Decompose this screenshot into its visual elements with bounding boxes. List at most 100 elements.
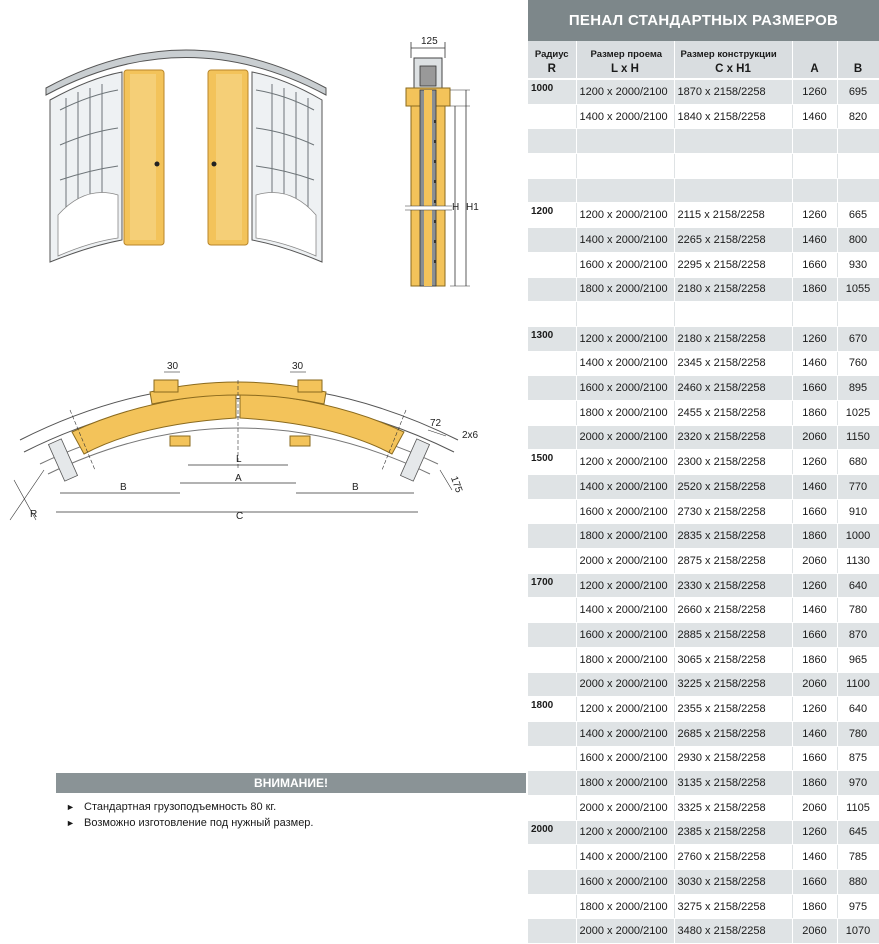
construction-cell: 2660 x 2158/2258 bbox=[674, 597, 793, 624]
dim-h: H bbox=[452, 202, 459, 213]
opening-cell: 1400 x 2000/2100 bbox=[576, 474, 675, 500]
table-row: 2000 x 2000/2100 3480 x 2158/2258 2060 1070 bbox=[528, 918, 879, 944]
radius-cell: 2000 bbox=[528, 820, 577, 846]
construction-cell: 2355 x 2158/2258 bbox=[674, 696, 793, 722]
table-body: 1000 1200 x 2000/2100 1870 x 2158/2258 1260… bbox=[528, 79, 879, 944]
a-cell: 1860 bbox=[792, 400, 838, 426]
construction-cell: 2385 x 2158/2258 bbox=[674, 820, 793, 846]
construction-cell: 3325 x 2158/2258 bbox=[674, 795, 793, 821]
a-cell bbox=[792, 178, 838, 204]
construction-cell bbox=[674, 178, 793, 204]
opening-cell bbox=[576, 178, 675, 204]
b-cell: 1100 bbox=[837, 672, 879, 698]
opening-cell: 1200 x 2000/2100 bbox=[576, 326, 675, 352]
opening-cell: 2000 x 2000/2100 bbox=[576, 672, 675, 698]
radius-cell: 1500 bbox=[528, 449, 577, 475]
a-cell: 1860 bbox=[792, 523, 838, 550]
b-cell: 965 bbox=[837, 647, 879, 673]
table-row: 1400 x 2000/2100 2660 x 2158/2258 1460 780 bbox=[528, 597, 879, 624]
construction-cell: 2455 x 2158/2258 bbox=[674, 400, 793, 426]
a-cell: 1860 bbox=[792, 894, 838, 920]
b-cell: 1105 bbox=[837, 795, 879, 821]
dim-30-left: 30 bbox=[167, 361, 179, 372]
section-profile bbox=[405, 42, 470, 287]
a-cell: 1260 bbox=[792, 820, 838, 846]
radius-cell: 1200 bbox=[528, 202, 577, 229]
dim-r: R bbox=[30, 509, 37, 520]
a-cell: 1660 bbox=[792, 746, 838, 772]
b-cell: 895 bbox=[837, 375, 879, 401]
header-radius: Радиус bbox=[528, 41, 577, 60]
b-cell: 870 bbox=[837, 622, 879, 648]
construction-cell: 1870 x 2158/2258 bbox=[674, 79, 793, 105]
a-cell: 1260 bbox=[792, 79, 838, 105]
opening-cell: 1800 x 2000/2100 bbox=[576, 523, 675, 550]
a-cell: 1460 bbox=[792, 844, 838, 870]
opening-cell: 2000 x 2000/2100 bbox=[576, 425, 675, 451]
notice-box: ВНИМАНИЕ! ► Стандартная грузоподъемность … bbox=[56, 773, 526, 831]
b-cell: 1025 bbox=[837, 400, 879, 426]
b-cell: 1070 bbox=[837, 918, 879, 944]
table-row: 2000 1200 x 2000/2100 2385 x 2158/2258 1260… bbox=[528, 820, 879, 846]
construction-cell: 2330 x 2158/2258 bbox=[674, 573, 793, 599]
opening-cell: 1400 x 2000/2100 bbox=[576, 597, 675, 624]
opening-cell bbox=[576, 301, 675, 327]
b-cell: 785 bbox=[837, 844, 879, 870]
table-row: 1800 x 2000/2100 2835 x 2158/2258 1860 1000 bbox=[528, 523, 879, 550]
a-cell: 2060 bbox=[792, 672, 838, 698]
opening-cell: 1600 x 2000/2100 bbox=[576, 622, 675, 648]
construction-cell: 2300 x 2158/2258 bbox=[674, 449, 793, 475]
table-row: 1600 x 2000/2100 2930 x 2158/2258 1660 875 bbox=[528, 746, 879, 772]
construction-cell: 3275 x 2158/2258 bbox=[674, 894, 793, 920]
construction-cell: 3065 x 2158/2258 bbox=[674, 647, 793, 673]
sizes-table: Радиус Размер проема Размер конструкции … bbox=[528, 41, 879, 944]
construction-cell: 2685 x 2158/2258 bbox=[674, 721, 793, 747]
a-cell: 1260 bbox=[792, 573, 838, 599]
table-row: 2000 x 2000/2100 2875 x 2158/2258 2060 1130 bbox=[528, 548, 879, 574]
a-cell: 1260 bbox=[792, 202, 838, 229]
b-cell: 670 bbox=[837, 326, 879, 352]
opening-cell: 2000 x 2000/2100 bbox=[576, 795, 675, 821]
table-row: 1600 x 2000/2100 2885 x 2158/2258 1660 870 bbox=[528, 622, 879, 648]
construction-cell: 2460 x 2158/2258 bbox=[674, 375, 793, 401]
table-row: 1600 x 2000/2100 2730 x 2158/2258 1660 910 bbox=[528, 499, 879, 525]
b-cell: 695 bbox=[837, 79, 879, 105]
a-cell bbox=[792, 301, 838, 327]
plan-view bbox=[9, 371, 459, 521]
dim-b-right: B bbox=[352, 482, 359, 493]
b-cell: 880 bbox=[837, 869, 879, 895]
header-a: A bbox=[792, 60, 838, 80]
construction-cell: 2265 x 2158/2258 bbox=[674, 227, 793, 253]
b-cell: 645 bbox=[837, 820, 879, 846]
table-row: 1600 x 2000/2100 2460 x 2158/2258 1660 895 bbox=[528, 375, 879, 401]
dim-a: A bbox=[235, 473, 242, 484]
construction-cell: 2320 x 2158/2258 bbox=[674, 425, 793, 451]
table-row: 1600 x 2000/2100 2295 x 2158/2258 1660 930 bbox=[528, 252, 879, 278]
a-cell: 1660 bbox=[792, 622, 838, 648]
b-cell: 640 bbox=[837, 573, 879, 599]
construction-cell: 2115 x 2158/2258 bbox=[674, 202, 793, 229]
a-cell: 1660 bbox=[792, 499, 838, 525]
a-cell: 1860 bbox=[792, 647, 838, 673]
b-cell: 930 bbox=[837, 252, 879, 278]
opening-cell bbox=[576, 128, 675, 155]
table-row bbox=[528, 153, 879, 179]
construction-cell: 2885 x 2158/2258 bbox=[674, 622, 793, 648]
b-cell bbox=[837, 301, 879, 327]
door-3d-view bbox=[45, 49, 327, 263]
bullet-arrow-icon: ► bbox=[66, 818, 75, 828]
table-row: 1400 x 2000/2100 2685 x 2158/2258 1460 780 bbox=[528, 721, 879, 747]
a-cell: 1660 bbox=[792, 869, 838, 895]
b-cell: 680 bbox=[837, 449, 879, 475]
table-row: 1700 1200 x 2000/2100 2330 x 2158/2258 1260… bbox=[528, 573, 879, 599]
construction-cell: 1840 x 2158/2258 bbox=[674, 104, 793, 130]
table-row bbox=[528, 301, 879, 327]
header-b: B bbox=[837, 60, 879, 80]
table-row: 1300 1200 x 2000/2100 2180 x 2158/2258 1260… bbox=[528, 326, 879, 352]
table-title: ПЕНАЛ СТАНДАРТНЫХ РАЗМЕРОВ bbox=[528, 0, 879, 41]
construction-cell: 3225 x 2158/2258 bbox=[674, 672, 793, 698]
opening-cell: 1200 x 2000/2100 bbox=[576, 202, 675, 229]
a-cell: 1260 bbox=[792, 696, 838, 722]
bullet-arrow-icon: ► bbox=[66, 802, 75, 812]
table-row: 1400 x 2000/2100 2520 x 2158/2258 1460 770 bbox=[528, 474, 879, 500]
